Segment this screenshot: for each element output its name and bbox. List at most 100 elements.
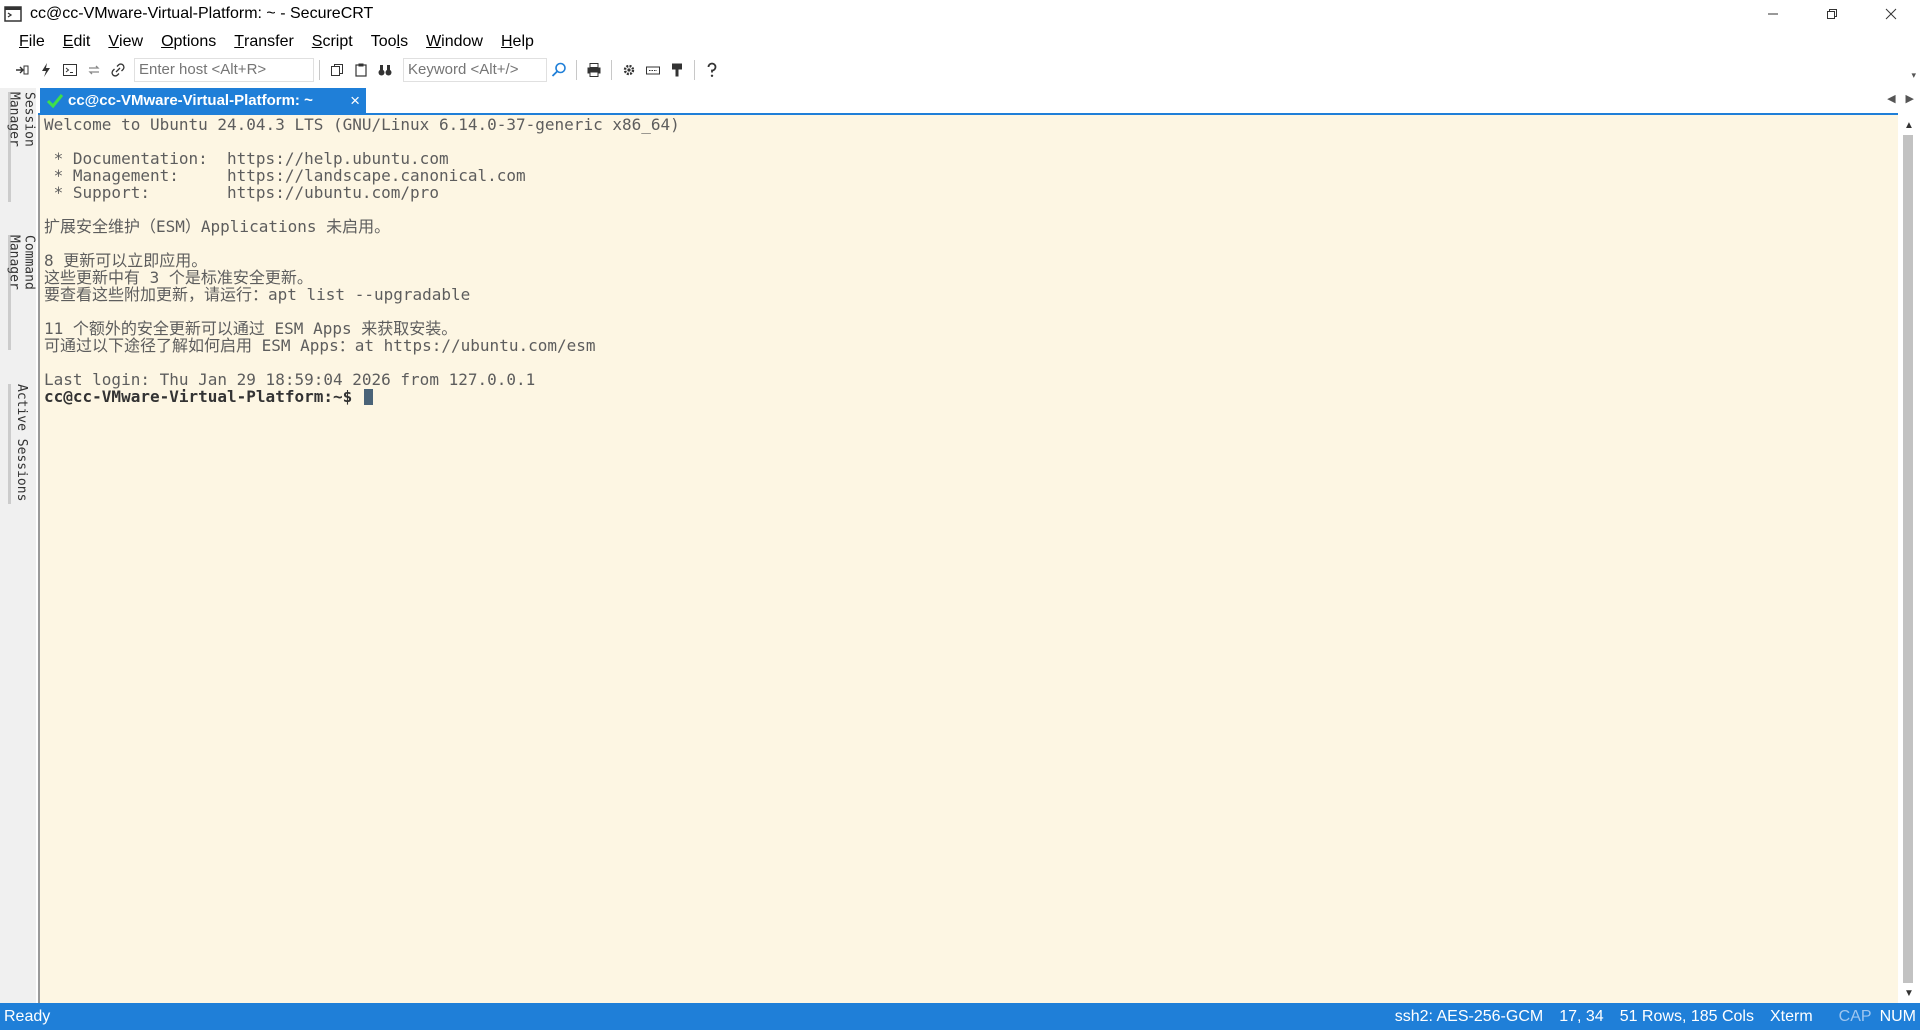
menu-tools-label: Tools [370, 33, 409, 50]
menu-window[interactable]: Window [417, 29, 492, 55]
menu-help-label: elp [512, 33, 534, 50]
lightning-icon [42, 62, 50, 77]
terminal-view[interactable]: Welcome to Ubuntu 24.04.3 LTS (GNU/Linux… [38, 115, 1898, 1003]
reconnect-icon [88, 65, 100, 74]
menu-view[interactable]: View [99, 29, 152, 55]
terminal-line: * Support: https://ubuntu.com/pro [44, 183, 439, 202]
status-cipher: ssh2: AES-256-GCM [1394, 1007, 1544, 1025]
menu-view-mnemonic: V [108, 33, 120, 50]
status-caps-lock: CAP [1838, 1007, 1872, 1025]
menu-window-mnemonic: W [426, 33, 442, 50]
tab-close-icon[interactable]: × [350, 91, 360, 111]
paste-button[interactable] [349, 58, 373, 82]
toolbar-overflow-icon[interactable]: ▾ [1911, 70, 1916, 81]
menu-file[interactable]: File [10, 29, 54, 55]
close-window-button[interactable] [1861, 0, 1920, 28]
search-icon [551, 62, 566, 77]
key-icon [672, 63, 682, 76]
restore-button[interactable] [1802, 0, 1861, 28]
menu-options[interactable]: Options [152, 29, 225, 55]
menu-transfer[interactable]: Transfer [225, 29, 303, 55]
tab-scroll-right-icon[interactable]: ▶ [1906, 92, 1914, 105]
menu-view-label: iew [119, 33, 144, 50]
active-sessions-tab[interactable]: Active Sessions [8, 384, 30, 504]
menu-edit-mnemonic: E [62, 33, 74, 50]
clipboard-icon [355, 63, 367, 77]
menu-transfer-label: ransfer [244, 33, 294, 50]
tab-scroll-arrows: ◀ ▶ [1887, 92, 1914, 105]
gear-icon [623, 64, 635, 75]
securecrt-window: cc@cc-VMware-Virtual-Platform: ~ - Secur… [0, 0, 1920, 1030]
session-tab[interactable]: cc@cc-VMware-Virtual-Platform: ~ × [40, 88, 366, 113]
toolbar-separator [611, 59, 612, 80]
find-button[interactable] [373, 58, 397, 82]
terminal-icon [63, 63, 77, 76]
status-details: ssh2: AES-256-GCM 17, 34 51 Rows, 185 Co… [1379, 1008, 1920, 1026]
toolbar-separator [694, 59, 695, 80]
securecrt-app-icon[interactable] [2, 4, 24, 24]
connect-button[interactable] [10, 58, 34, 82]
status-terminal-type: Xterm [1769, 1007, 1813, 1025]
search-button[interactable] [547, 58, 571, 82]
menu-help-mnemonic: H [500, 33, 513, 50]
menu-script[interactable]: Script [303, 29, 362, 55]
toolbar-separator [319, 59, 320, 80]
reconnect-button[interactable] [82, 58, 106, 82]
print-button[interactable] [582, 58, 606, 82]
terminal-output: Welcome to Ubuntu 24.04.3 LTS (GNU/Linux… [40, 115, 1898, 405]
copy-button[interactable] [325, 58, 349, 82]
connected-check-icon [46, 93, 64, 109]
minimize-button[interactable] [1743, 0, 1802, 28]
terminal-scrollbar[interactable]: ▲ ▼ [1898, 115, 1920, 1003]
terminal-cursor [363, 389, 373, 405]
shell-prompt: cc@cc-VMware-Virtual-Platform:~$ [44, 387, 362, 406]
disconnect-button[interactable] [106, 58, 130, 82]
session-tab-strip: cc@cc-VMware-Virtual-Platform: ~ × ◀ ▶ [38, 88, 1920, 114]
host-input[interactable] [134, 57, 314, 82]
session-manager-tab[interactable]: Session Manager [7, 92, 37, 202]
tab-scroll-left-icon[interactable]: ◀ [1887, 92, 1895, 105]
terminal-line: 扩展安全维护（ESM）Applications 未启用。 [44, 217, 391, 236]
menu-script-mnemonic: S [311, 33, 323, 50]
status-ready: Ready [4, 1007, 51, 1025]
menu-script-label: cript [322, 33, 353, 50]
keymap-button[interactable] [641, 58, 665, 82]
menu-options-label: ptions [173, 33, 217, 50]
sftp-button[interactable] [665, 58, 689, 82]
menu-options-mnemonic: O [161, 33, 174, 50]
session-options-button[interactable] [617, 58, 641, 82]
quick-connect-button[interactable] [34, 58, 58, 82]
terminal-line: 要查看这些附加更新，请运行：apt list --upgradable [44, 285, 471, 304]
scroll-up-icon[interactable]: ▲ [1903, 119, 1915, 131]
copy-icon [331, 63, 343, 76]
menu-file-mnemonic: F [19, 33, 29, 50]
menu-transfer-mnemonic: T [234, 33, 244, 50]
menu-tools[interactable]: Tools [362, 29, 417, 55]
scroll-thumb[interactable] [1903, 135, 1913, 983]
binoculars-icon [378, 64, 392, 75]
restore-icon [1826, 9, 1837, 19]
help-button[interactable] [700, 58, 724, 82]
window-title: cc@cc-VMware-Virtual-Platform: ~ - Secur… [30, 5, 374, 22]
keyword-input[interactable] [403, 57, 547, 82]
status-num-lock: NUM [1879, 1007, 1916, 1025]
command-manager-tab[interactable]: Command Manager [7, 235, 37, 350]
menu-help[interactable]: Help [492, 29, 543, 55]
connect-in-tab-button[interactable] [58, 58, 82, 82]
terminal-line: Welcome to Ubuntu 24.04.3 LTS (GNU/Linux… [44, 115, 680, 134]
toolbar-separator [576, 59, 577, 80]
status-cursor-position: 17, 34 [1559, 1007, 1604, 1025]
status-terminal-size: 51 Rows, 185 Cols [1619, 1007, 1754, 1025]
close-icon [1885, 8, 1896, 20]
menu-file-label: ile [28, 33, 45, 50]
menu-edit-label: dit [73, 33, 91, 50]
window-controls [1743, 0, 1920, 28]
session-tab-label: cc@cc-VMware-Virtual-Platform: ~ [68, 92, 313, 109]
menu-edit[interactable]: Edit [54, 29, 100, 55]
side-panel-tabs: Session Manager Command Manager Active S… [0, 88, 37, 1003]
minimize-icon [1767, 13, 1778, 15]
keyboard-icon [646, 66, 660, 74]
scroll-down-icon[interactable]: ▼ [1903, 987, 1915, 999]
help-icon [707, 62, 717, 77]
toolbar: ▾ [0, 56, 1920, 83]
